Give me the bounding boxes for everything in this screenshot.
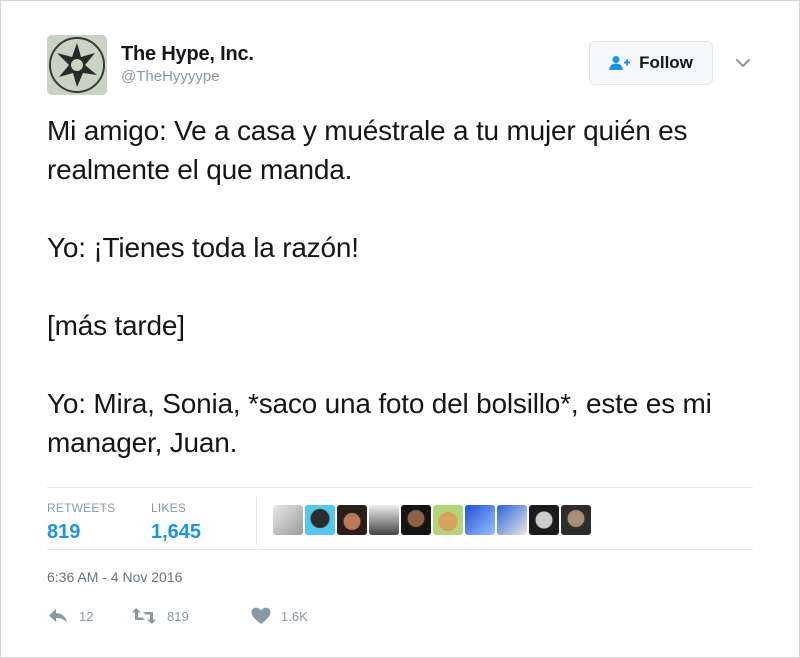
divider bbox=[47, 487, 753, 488]
reply-icon bbox=[47, 607, 69, 625]
retweet-icon bbox=[131, 607, 157, 625]
tweet-paragraph: [más tarde] bbox=[47, 310, 185, 341]
reply-button[interactable]: 12 bbox=[47, 607, 131, 625]
liker-avatar[interactable] bbox=[369, 505, 399, 535]
account-handle[interactable]: @TheHyyyype bbox=[121, 68, 254, 85]
retweet-button[interactable]: 819 bbox=[131, 607, 251, 625]
liker-avatar[interactable] bbox=[401, 505, 431, 535]
tweet-card: The Hype, Inc. @TheHyyyype Follow Mi ami… bbox=[0, 0, 800, 658]
tweet-paragraph: Mi amigo: Ve a casa y muéstrale a tu muj… bbox=[47, 115, 688, 185]
tweet-actions: 12 819 1.6K bbox=[47, 607, 351, 625]
retweet-stat[interactable]: RETWEETS 819 bbox=[47, 501, 115, 544]
like-count: 1.6K bbox=[281, 608, 308, 624]
retweets-count: 819 bbox=[47, 521, 81, 543]
avatar[interactable] bbox=[47, 35, 107, 95]
name-block: The Hype, Inc. @TheHyyyype bbox=[121, 43, 254, 85]
liker-avatar[interactable] bbox=[433, 505, 463, 535]
divider bbox=[47, 549, 753, 550]
tweet-paragraph: Yo: ¡Tienes toda la razón! bbox=[47, 232, 359, 263]
liker-avatar[interactable] bbox=[465, 505, 495, 535]
liker-avatar[interactable] bbox=[337, 505, 367, 535]
follow-label: Follow bbox=[639, 53, 693, 72]
liker-avatar[interactable] bbox=[497, 505, 527, 535]
liker-avatar[interactable] bbox=[561, 505, 591, 535]
tweet-header: The Hype, Inc. @TheHyyyype Follow bbox=[47, 35, 757, 95]
chevron-down-icon[interactable] bbox=[735, 55, 751, 67]
retweets-label: RETWEETS bbox=[47, 501, 116, 515]
timestamp[interactable]: 6:36 AM - 4 Nov 2016 bbox=[47, 569, 182, 585]
like-button[interactable]: 1.6K bbox=[251, 607, 351, 625]
likes-label: LIKES bbox=[151, 501, 187, 515]
liker-avatar[interactable] bbox=[529, 505, 559, 535]
stats-separator bbox=[256, 497, 257, 545]
likes-count: 1,645 bbox=[151, 521, 202, 543]
display-name[interactable]: The Hype, Inc. bbox=[121, 43, 254, 66]
liker-avatar[interactable] bbox=[305, 505, 335, 535]
tweet-text: Mi amigo: Ve a casa y muéstrale a tu muj… bbox=[47, 111, 747, 462]
heart-icon bbox=[251, 607, 271, 625]
tweet-paragraph: Yo: Mira, Sonia, *saco una foto del bols… bbox=[47, 388, 712, 458]
reply-count: 12 bbox=[79, 608, 94, 624]
follow-person-plus-icon bbox=[609, 55, 631, 71]
liker-avatars bbox=[273, 505, 591, 535]
likes-stat[interactable]: LIKES 1,645 bbox=[151, 501, 201, 544]
retweet-count: 819 bbox=[167, 608, 189, 624]
liker-avatar[interactable] bbox=[273, 505, 303, 535]
follow-button[interactable]: Follow bbox=[589, 41, 713, 85]
